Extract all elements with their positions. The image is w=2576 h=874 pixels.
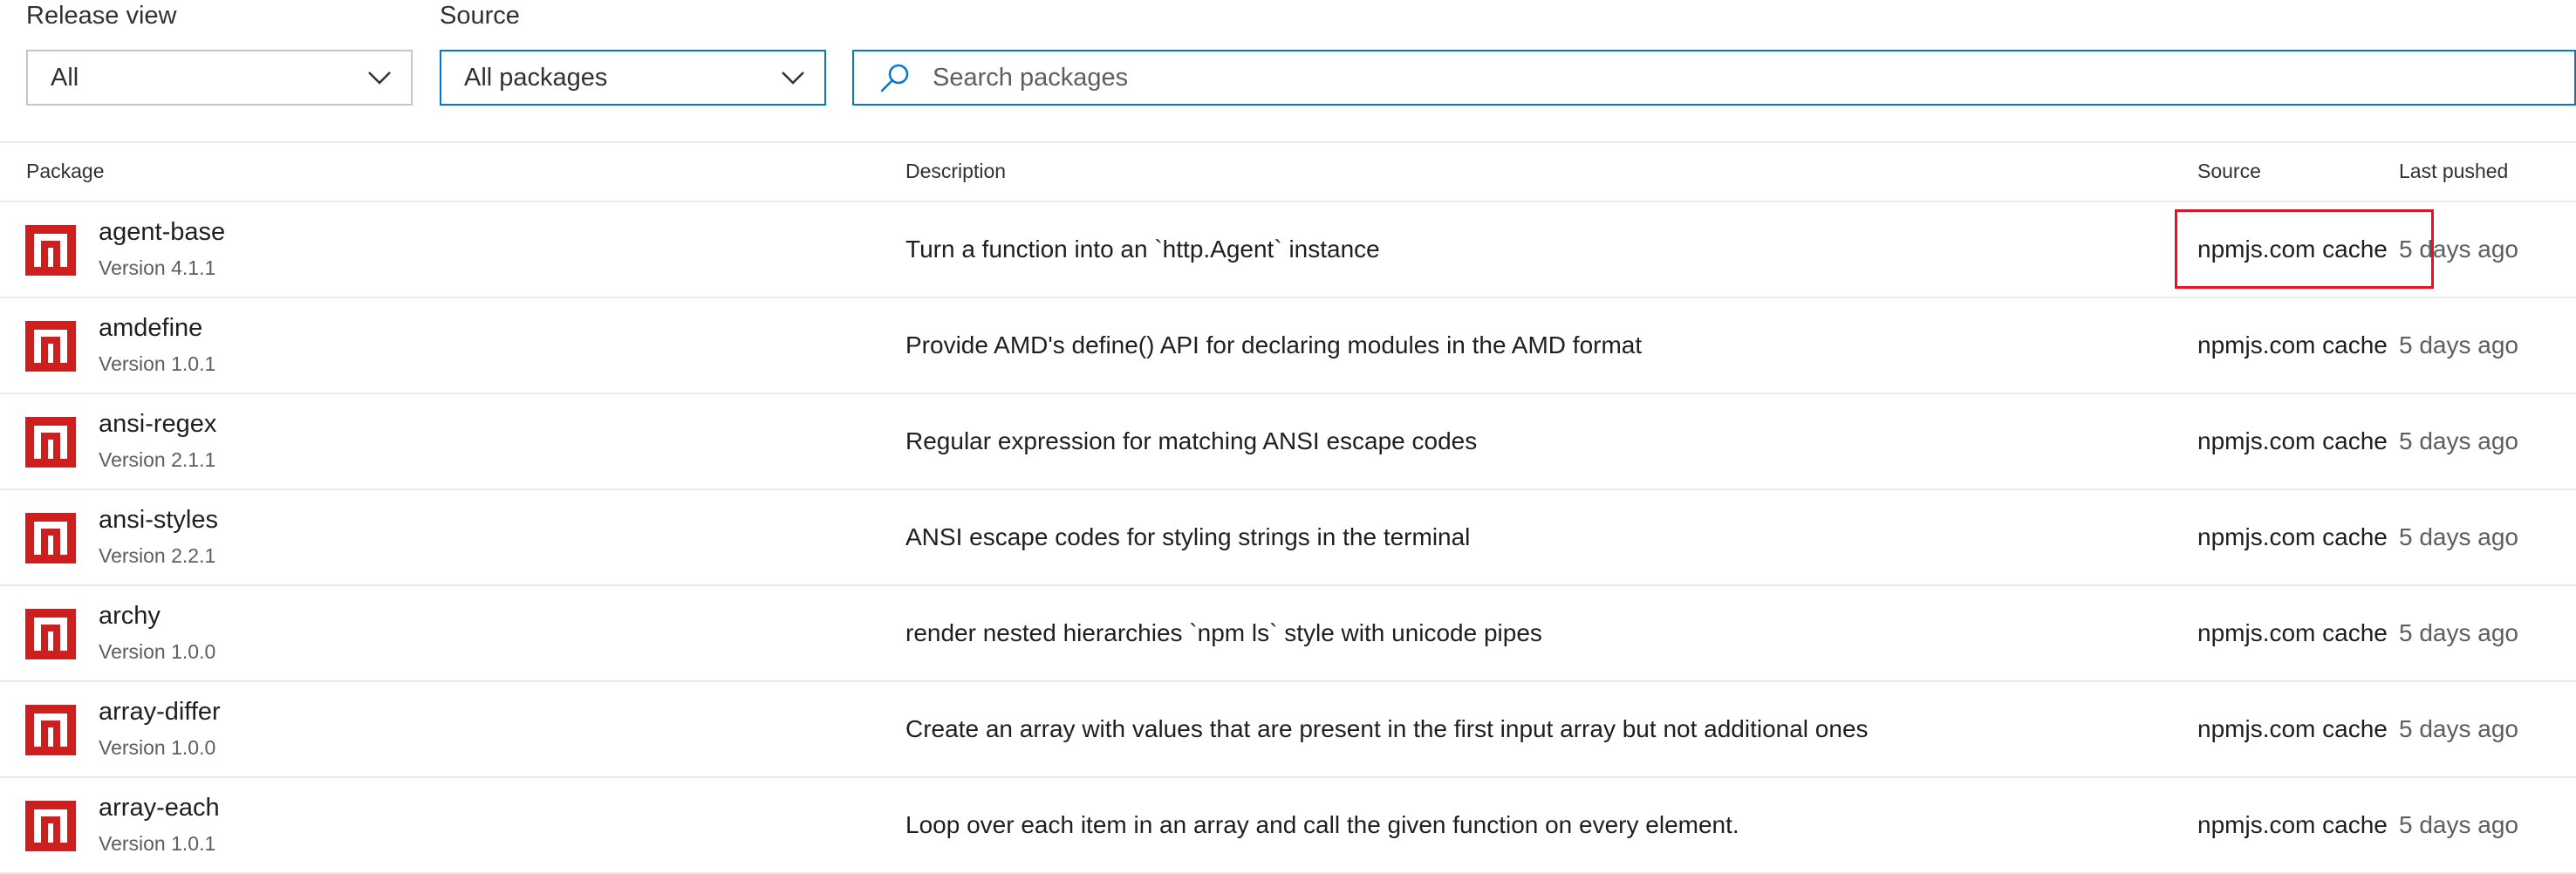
table-row[interactable]: ansi-regex Version 2.1.1 Regular expressio… — [0, 394, 2576, 490]
package-version: Version 2.1.1 — [99, 448, 216, 471]
package-source: npmjs.com cache — [2197, 236, 2388, 263]
package-version: Version 1.0.1 — [99, 352, 216, 375]
package-description: Loop over each item in an array and call… — [905, 811, 1739, 838]
package-source: npmjs.com cache — [2197, 427, 2388, 454]
npm-icon — [25, 321, 76, 372]
package-version: Version 2.2.1 — [99, 544, 216, 567]
npm-icon — [25, 801, 76, 851]
table-row[interactable]: agent-base Version 4.1.1 Turn a function i… — [0, 202, 2576, 298]
source-dropdown[interactable]: All packages — [440, 50, 826, 106]
column-header-package[interactable]: Package — [26, 160, 105, 183]
package-description: ANSI escape codes for styling strings in… — [905, 523, 1471, 550]
package-description: render nested hierarchies `npm ls` style… — [905, 619, 1542, 646]
package-name[interactable]: agent-base — [99, 218, 225, 247]
package-last-pushed: 5 days ago — [2399, 331, 2518, 358]
search-input[interactable] — [931, 62, 2504, 93]
table-row[interactable]: amdefine Version 1.0.1 Provide AMD's defin… — [0, 298, 2576, 394]
table-row[interactable]: array-differ Version 1.0.0 Create an array… — [0, 682, 2576, 778]
package-last-pushed: 5 days ago — [2399, 619, 2518, 646]
table-row[interactable]: archy Version 1.0.0 render nested hierarch… — [0, 586, 2576, 682]
package-last-pushed: 5 days ago — [2399, 715, 2518, 742]
release-view-dropdown[interactable]: All — [26, 50, 413, 106]
table-row[interactable]: ansi-styles Version 2.2.1 ANSI escape code… — [0, 490, 2576, 586]
npm-icon — [25, 225, 76, 276]
package-description: Create an array with values that are pre… — [905, 715, 1869, 742]
npm-icon — [25, 705, 76, 755]
package-name[interactable]: amdefine — [99, 314, 202, 343]
package-description: Turn a function into an `http.Agent` ins… — [905, 236, 1380, 263]
package-version: Version 1.0.1 — [99, 832, 216, 855]
package-name[interactable]: ansi-styles — [99, 506, 218, 535]
package-last-pushed: 5 days ago — [2399, 236, 2518, 263]
package-name[interactable]: archy — [99, 602, 161, 631]
package-source: npmjs.com cache — [2197, 811, 2388, 838]
package-version: Version 1.0.0 — [99, 640, 216, 663]
package-last-pushed: 5 days ago — [2399, 523, 2518, 550]
package-last-pushed: 5 days ago — [2399, 811, 2518, 838]
npm-icon — [25, 417, 76, 468]
column-header-last-pushed[interactable]: Last pushed — [2399, 160, 2508, 183]
release-view-value: All — [51, 63, 79, 92]
column-header-description[interactable]: Description — [905, 160, 1006, 183]
source-value: All packages — [464, 63, 608, 92]
table-row[interactable]: array-each Version 1.0.1 Loop over each it… — [0, 778, 2576, 874]
npm-icon — [25, 513, 76, 563]
release-view-label: Release view — [26, 2, 177, 30]
package-source: npmjs.com cache — [2197, 331, 2388, 358]
chevron-down-icon — [782, 72, 804, 85]
column-header-source[interactable]: Source — [2197, 160, 2261, 183]
package-last-pushed: 5 days ago — [2399, 427, 2518, 454]
package-name[interactable]: array-differ — [99, 698, 221, 727]
package-description: Regular expression for matching ANSI esc… — [905, 427, 1478, 454]
package-source: npmjs.com cache — [2197, 715, 2388, 742]
package-name[interactable]: array-each — [99, 794, 220, 823]
chevron-down-icon — [368, 72, 391, 85]
divider — [0, 141, 2576, 143]
source-label: Source — [440, 2, 520, 30]
search-box[interactable] — [852, 50, 2576, 106]
package-source: npmjs.com cache — [2197, 619, 2388, 646]
package-source: npmjs.com cache — [2197, 523, 2388, 550]
package-version: Version 4.1.1 — [99, 256, 216, 279]
package-description: Provide AMD's define() API for declaring… — [905, 331, 1643, 358]
npm-icon — [25, 609, 76, 659]
package-name[interactable]: ansi-regex — [99, 410, 216, 439]
search-icon — [880, 64, 909, 92]
package-version: Version 1.0.0 — [99, 736, 216, 759]
